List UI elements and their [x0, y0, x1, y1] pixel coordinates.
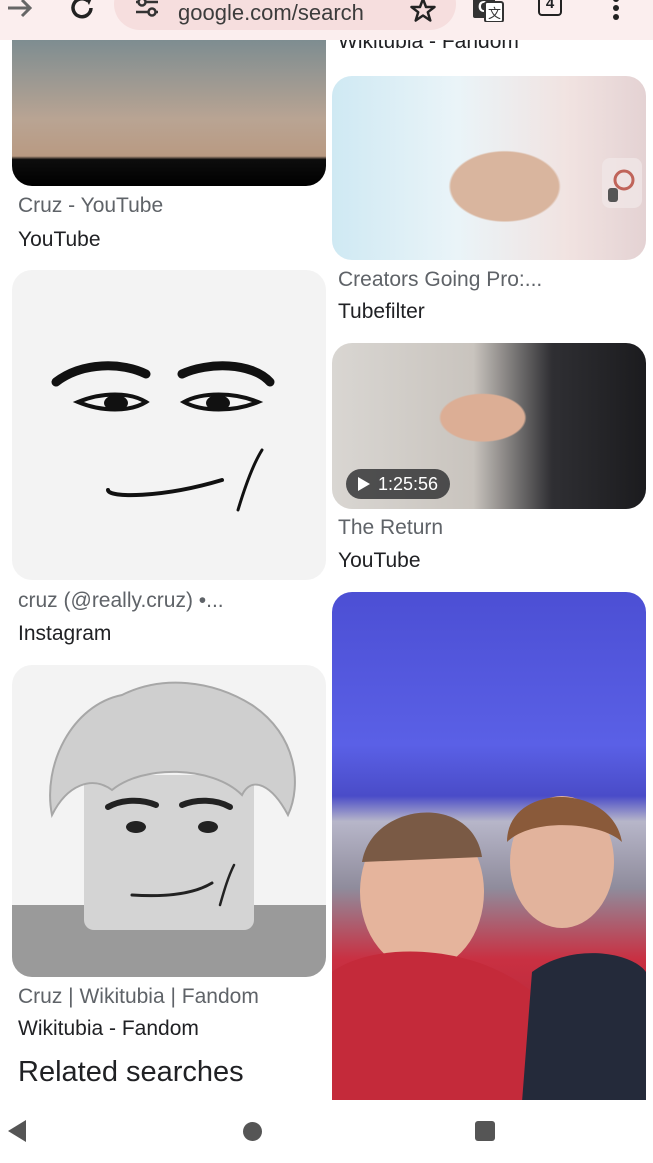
man-face-image [51, 361, 275, 512]
result-title[interactable]: Cruz | Wikitubia | Fandom [18, 985, 259, 1009]
more-vert-icon[interactable] [608, 0, 624, 22]
svg-text:文: 文 [488, 6, 501, 21]
result-title[interactable]: Cruz - YouTube [18, 194, 163, 218]
play-icon [358, 477, 370, 491]
tab-count: 4 [545, 0, 555, 12]
result-thumbnail[interactable] [12, 20, 326, 186]
video-duration-badge: 1:25:56 [346, 469, 451, 499]
system-nav-bar [0, 1100, 653, 1163]
result-title[interactable]: Creators Going Pro:... [338, 268, 542, 292]
browser-toolbar: google.com/search G 文 4 [0, 0, 653, 40]
result-title[interactable]: The Return [338, 516, 443, 540]
result-thumbnail[interactable]: 1:25:56 [332, 343, 646, 509]
result-thumbnail[interactable] [12, 270, 326, 580]
result-source[interactable]: YouTube [338, 549, 421, 573]
url-text[interactable]: google.com/search [178, 0, 384, 26]
result-source[interactable]: Tubefilter [338, 300, 425, 324]
two-people-photo [332, 796, 646, 1102]
result-source[interactable]: Instagram [18, 622, 111, 646]
tab-switcher-button[interactable]: 4 [538, 0, 562, 16]
home-icon[interactable] [243, 1122, 262, 1141]
back-icon[interactable] [8, 1120, 26, 1142]
reload-icon[interactable] [66, 0, 98, 24]
result-thumbnail[interactable] [12, 665, 326, 977]
recents-icon[interactable] [475, 1121, 495, 1141]
character-image [12, 681, 326, 977]
result-source[interactable]: YouTube [18, 228, 101, 252]
tune-icon[interactable] [134, 0, 160, 18]
google-lens-icon[interactable] [602, 158, 642, 208]
result-source[interactable]: Wikitubia - Fandom [18, 1017, 199, 1041]
related-searches-heading: Related searches [18, 1056, 244, 1088]
result-thumbnail[interactable] [332, 592, 646, 1102]
video-duration: 1:25:56 [378, 474, 439, 494]
address-bar[interactable]: google.com/search [114, 0, 456, 30]
star-icon[interactable] [409, 0, 437, 24]
result-thumbnail[interactable] [332, 76, 646, 260]
result-title[interactable]: cruz (@really.cruz) •... [18, 589, 224, 613]
forward-icon[interactable] [4, 0, 36, 22]
translate-icon[interactable]: G 文 [472, 0, 504, 22]
